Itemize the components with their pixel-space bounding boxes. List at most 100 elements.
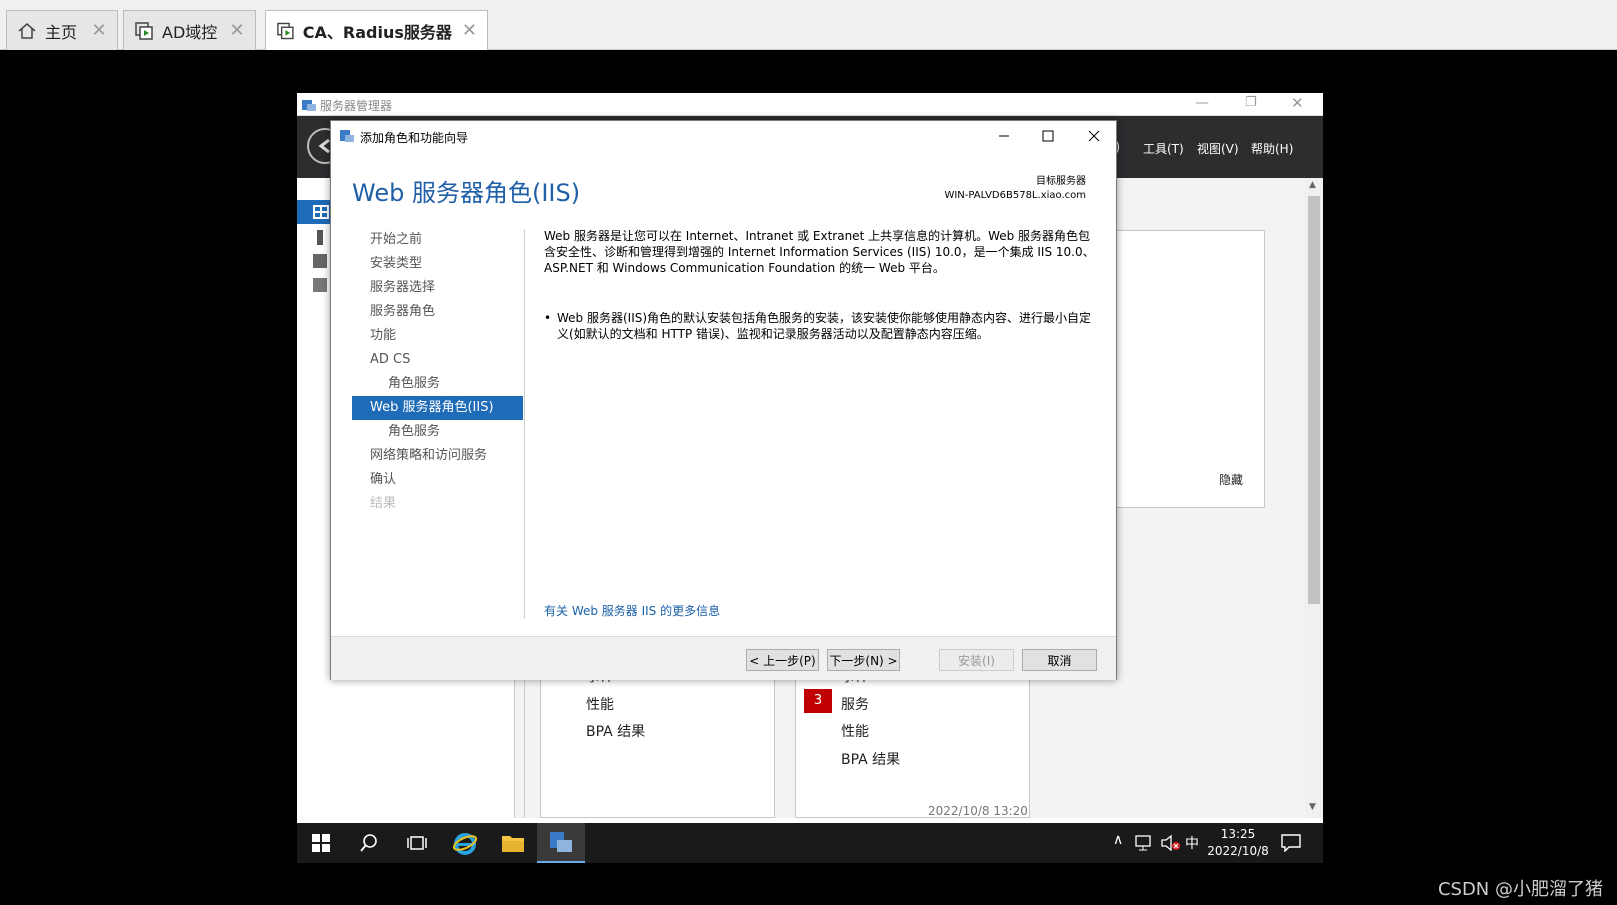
add-roles-wizard: 添加角色和功能向导 Web 服务器角色(IIS) 目标服务器 WIN-PALVD…: [330, 120, 1117, 680]
server-manager-icon: [550, 832, 572, 852]
watermark: CSDN @小肥溜了猪: [1437, 879, 1603, 900]
target-server-name: WIN-PALVD6B578L.xiao.com: [944, 190, 1086, 201]
cancel-button[interactable]: 取消: [1022, 649, 1097, 671]
windows-icon: [312, 834, 330, 852]
wizard-title: 添加角色和功能向导: [360, 131, 469, 145]
server-tile-left: 事件 性能 BPA 结果: [540, 658, 775, 818]
home-icon: [18, 22, 36, 39]
hide-link[interactable]: 隐藏: [1219, 471, 1243, 488]
next-button[interactable]: 下一步(N) >: [827, 649, 900, 671]
tile-timestamp: 2022/10/8 13:20: [928, 804, 1028, 818]
network-icon[interactable]: [1135, 835, 1155, 851]
task-view-icon: [407, 836, 427, 850]
welcome-tile: 隐藏: [1095, 230, 1265, 508]
bullet-item: • Web 服务器(IIS)角色的默认安装包括角色服务的安装，该安装使你能够使用…: [544, 310, 1099, 342]
status-badge: 3: [804, 689, 832, 713]
tile-item[interactable]: 性能: [841, 721, 869, 741]
vm-tab-ca-radius[interactable]: CA、Radius服务器 ✕: [265, 10, 488, 50]
more-info-link[interactable]: 有关 Web 服务器 IIS 的更多信息: [544, 602, 720, 619]
vm-icon: [277, 22, 294, 39]
install-button: 安装(I): [939, 649, 1014, 671]
nav-item-before-you-begin[interactable]: 开始之前: [352, 228, 523, 252]
bullet-icon: •: [544, 311, 552, 325]
minimize-icon: [998, 135, 1009, 137]
nav-item-iis-role-services[interactable]: 角色服务: [352, 420, 523, 444]
file-explorer-button[interactable]: [489, 823, 537, 863]
volume-muted-icon[interactable]: [1161, 835, 1181, 851]
server-tile-right: 事件 3 服务 性能 BPA 结果 2022/10/8 13:20: [795, 658, 1030, 818]
server-manager-titlebar: 服务器管理器 — ❐ ✕: [297, 93, 1323, 116]
description-text: Web 服务器是让您可以在 Internet、Intranet 或 Extran…: [544, 229, 1095, 275]
nav-item-installation-type[interactable]: 安装类型: [352, 252, 523, 276]
tile-item[interactable]: 性能: [586, 694, 614, 714]
clock-date: 2022/10/8: [1207, 844, 1269, 858]
nav-item-ad-cs[interactable]: AD CS: [352, 348, 523, 372]
tile-divider: [515, 678, 525, 818]
nav-item-results: 结果: [370, 496, 397, 511]
nav-item-web-server-role[interactable]: Web 服务器角色(IIS): [352, 396, 523, 420]
close-icon[interactable]: ✕: [1291, 94, 1304, 112]
local-server-icon[interactable]: [317, 230, 323, 245]
ie-button[interactable]: [441, 823, 489, 863]
nav-item-nps[interactable]: 网络策略和访问服务: [352, 444, 523, 468]
close-button[interactable]: [1071, 121, 1116, 151]
start-button[interactable]: [297, 823, 345, 863]
nav-divider: [524, 229, 525, 619]
minimize-icon[interactable]: —: [1195, 95, 1209, 111]
ime-indicator[interactable]: 中: [1185, 833, 1199, 853]
search-icon: [360, 834, 377, 852]
tile-item[interactable]: BPA 结果: [586, 721, 645, 741]
menu-view[interactable]: 视图(V): [1197, 140, 1239, 157]
vm-icon: [135, 21, 153, 40]
internet-explorer-icon: [452, 833, 478, 855]
close-icon[interactable]: ✕: [462, 21, 477, 39]
scroll-up-icon[interactable]: ▲: [1309, 180, 1316, 190]
wizard-titlebar: 添加角色和功能向导: [331, 121, 1116, 151]
page-title: Web 服务器角色(IIS): [352, 179, 581, 207]
notification-icon[interactable]: [1281, 834, 1301, 852]
close-icon[interactable]: ✕: [229, 21, 245, 39]
folder-icon: [502, 836, 524, 852]
vm-tab-bar: 主页 ✕ AD域控 ✕ CA、Radius服务器 ✕: [0, 0, 1617, 50]
maximize-button[interactable]: [1025, 121, 1070, 151]
clock-time: 13:25: [1220, 827, 1256, 841]
file-services-icon[interactable]: [313, 278, 327, 292]
taskbar: ∧ 中 13:25 2022/10/8: [297, 823, 1323, 863]
server-manager-icon: [302, 100, 316, 111]
nav-dashboard[interactable]: [297, 200, 331, 224]
vm-tab-ad[interactable]: AD域控 ✕: [123, 10, 256, 50]
search-button[interactable]: [345, 823, 393, 863]
vm-tab-home[interactable]: 主页 ✕: [6, 10, 118, 50]
server-manager-taskbar-button[interactable]: [537, 823, 585, 863]
wizard-footer: < 上一步(P) 下一步(N) > 安装(I) 取消: [331, 636, 1116, 680]
nav-item-confirmation[interactable]: 确认: [352, 468, 523, 492]
wizard-nav: 开始之前 安装类型 服务器选择 服务器角色 功能 AD CS 角色服务 Web …: [352, 228, 523, 516]
clock[interactable]: 13:25 2022/10/8: [1203, 826, 1273, 860]
nav-item-server-selection[interactable]: 服务器选择: [352, 276, 523, 300]
server-manager-title: 服务器管理器: [320, 99, 393, 113]
minimize-button[interactable]: [981, 121, 1026, 151]
menu-tools[interactable]: 工具(T): [1143, 140, 1184, 157]
nav-item-adcs-role-services[interactable]: 角色服务: [352, 372, 523, 396]
tile-item[interactable]: 服务: [841, 694, 869, 714]
target-server: 目标服务器 WIN-PALVD6B578L.xiao.com: [944, 175, 1086, 203]
nav-item-server-roles[interactable]: 服务器角色: [352, 300, 523, 324]
scroll-down-icon[interactable]: ▼: [1309, 802, 1316, 812]
bullet-text: Web 服务器(IIS)角色的默认安装包括角色服务的安装，该安装使你能够使用静态…: [557, 311, 1092, 341]
vertical-scrollbar[interactable]: ▲ ▼: [1305, 178, 1323, 818]
tile-item[interactable]: BPA 结果: [841, 749, 900, 769]
dashboard-icon: [313, 205, 329, 219]
wizard-body: Web 服务器是让您可以在 Internet、Intranet 或 Extran…: [544, 228, 1099, 342]
maximize-icon: [1042, 130, 1053, 142]
scrollbar-thumb[interactable]: [1308, 196, 1320, 604]
close-icon[interactable]: ✕: [91, 21, 107, 39]
chevron-up-icon[interactable]: ∧: [1113, 832, 1123, 848]
menu-help[interactable]: 帮助(H): [1251, 140, 1293, 157]
nav-item-features[interactable]: 功能: [352, 324, 523, 348]
all-servers-icon[interactable]: [313, 254, 327, 268]
server-manager-icon: [340, 130, 354, 142]
previous-button[interactable]: < 上一步(P): [746, 649, 819, 671]
task-view-button[interactable]: [393, 823, 441, 863]
restore-icon[interactable]: ❐: [1245, 95, 1257, 110]
close-icon: [1088, 130, 1099, 142]
